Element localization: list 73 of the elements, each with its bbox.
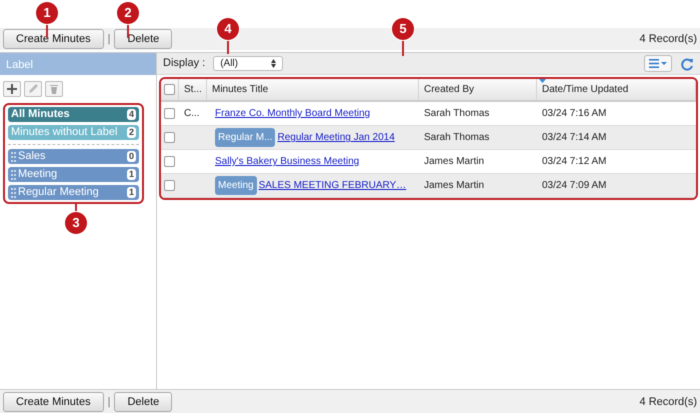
label-tag: Meeting: [215, 176, 257, 195]
table-row[interactable]: Meeting SALES MEETING FEBRUARY… James Martin 03/24 7:09 AM: [161, 174, 696, 198]
table-cell-text: 03/24 7:14 AM: [542, 131, 606, 145]
row-checkbox[interactable]: [164, 132, 175, 143]
add-button[interactable]: [3, 81, 21, 97]
callout-marker: 4: [217, 18, 239, 40]
panel-header: Label: [0, 53, 156, 75]
row-checkbox[interactable]: [164, 108, 175, 119]
separator-text: |: [108, 394, 110, 410]
callout-marker: 2: [117, 2, 139, 24]
table-row[interactable]: Regular M... Regular Meeting Jan 2014 Sarah Thomas 03/24 7:14 AM: [161, 126, 696, 150]
label-name: Minutes without Label: [11, 125, 118, 140]
table-cell-text: 03/24 7:09 AM: [542, 179, 606, 193]
delete-button[interactable]: Delete: [114, 29, 172, 49]
table-cell-text: 03/24 7:16 AM: [542, 107, 606, 121]
table-cell-text: Sarah Thomas: [424, 107, 490, 121]
record-count: 4 Record(s): [640, 394, 697, 410]
count-badge: 2: [126, 127, 136, 138]
drag-handle-icon[interactable]: [11, 170, 16, 180]
drag-handle-icon[interactable]: [11, 188, 16, 198]
trash-icon: [48, 83, 60, 95]
minutes-link[interactable]: Sally's Bakery Business Meeting: [215, 154, 360, 169]
label-name: Regular Meeting: [18, 185, 99, 200]
label-item[interactable]: Sales 0: [8, 149, 139, 164]
leader-line: [127, 24, 129, 38]
table-cell-text: James Martin: [424, 155, 484, 169]
count-badge: 0: [126, 151, 136, 162]
table-cell-text: James Martin: [424, 179, 484, 193]
row-checkbox[interactable]: [164, 180, 175, 191]
count-badge: 1: [126, 187, 136, 198]
count-badge: 4: [126, 109, 136, 120]
label-item[interactable]: All Minutes 4: [8, 107, 139, 122]
table-cell-text: C...: [184, 107, 200, 121]
table-cell-text: Sarah Thomas: [424, 131, 490, 145]
label-item[interactable]: Regular Meeting 1: [8, 185, 139, 200]
label-item[interactable]: Meeting 1: [8, 167, 139, 182]
add-icon: [6, 83, 18, 95]
label-item[interactable]: Minutes without Label 2: [8, 125, 139, 140]
create-minutes-button[interactable]: Create Minutes: [3, 29, 104, 49]
table-cell-text: 03/24 7:12 AM: [542, 155, 606, 169]
select-arrows-icon: [271, 59, 276, 68]
column-header[interactable]: St...: [184, 82, 202, 97]
minutes-link[interactable]: SALES MEETING FEBRUARY…: [258, 178, 406, 193]
column-header[interactable]: Created By: [424, 82, 474, 97]
minutes-link[interactable]: Regular Meeting Jan 2014: [277, 130, 395, 145]
callout-marker: 3: [65, 212, 87, 234]
column-header[interactable]: Date/Time Updated: [542, 82, 628, 97]
create-minutes-button[interactable]: Create Minutes: [3, 392, 104, 412]
leader-line: [46, 24, 48, 38]
label-tag: Regular M...: [215, 128, 276, 147]
callout-marker: 5: [392, 18, 414, 40]
leader-line: [402, 40, 404, 56]
column-header[interactable]: Minutes Title: [212, 82, 268, 97]
callout-marker: 1: [36, 2, 58, 24]
display-select[interactable]: (All): [213, 56, 284, 71]
count-badge: 1: [126, 169, 136, 180]
view-menu-button[interactable]: [644, 55, 672, 72]
list-menu-icon: [649, 59, 667, 68]
pencil-icon: [27, 83, 39, 95]
label-name: Sales: [18, 149, 46, 164]
record-count: 4 Record(s): [640, 32, 697, 47]
label-name: All Minutes: [11, 107, 70, 122]
separator-text: |: [108, 32, 110, 47]
delete-button[interactable]: Delete: [114, 392, 172, 412]
header-checkbox[interactable]: [164, 84, 175, 95]
leader-line: [227, 40, 229, 54]
display-label: Display :: [163, 56, 206, 72]
drag-handle-icon[interactable]: [11, 152, 16, 162]
row-checkbox[interactable]: [164, 156, 175, 167]
minutes-link[interactable]: Franze Co. Monthly Board Meeting: [215, 106, 370, 121]
label-name: Meeting: [18, 167, 58, 182]
refresh-icon[interactable]: [680, 56, 694, 70]
trash-button[interactable]: [45, 81, 63, 97]
